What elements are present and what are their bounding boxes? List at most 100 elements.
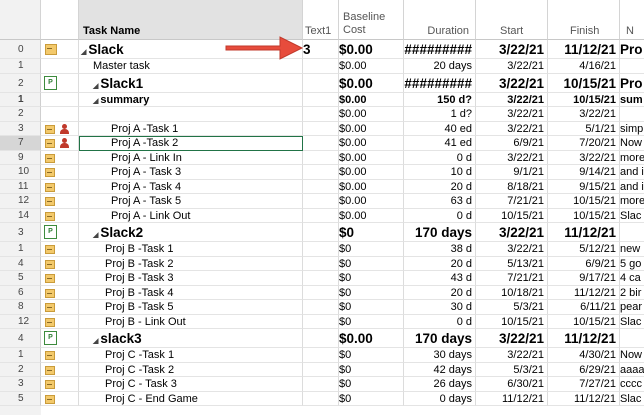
row-id[interactable]: 3	[0, 121, 41, 136]
duration-cell[interactable]: 10 d	[404, 165, 476, 180]
row-id[interactable]: 3	[0, 223, 41, 242]
subproject-icon[interactable]: P	[44, 331, 57, 345]
start-column-header[interactable]: Start	[476, 0, 548, 40]
text1-cell[interactable]	[303, 285, 339, 300]
start-cell[interactable]: 5/13/21	[476, 256, 548, 271]
subproject-icon[interactable]: P	[44, 225, 57, 239]
baseline-cost-cell[interactable]: $0.00	[339, 165, 404, 180]
row-id[interactable]: 0	[0, 40, 41, 59]
notes-cell[interactable]: pear	[620, 300, 644, 315]
task-name-cell[interactable]: Proj B -Task 4	[79, 285, 303, 300]
row-id[interactable]: 9	[0, 150, 41, 165]
task-name-cell[interactable]: Proj C -Task 2	[79, 362, 303, 377]
notes-cell[interactable]: sum	[620, 93, 644, 107]
task-row[interactable]: 12 Proj B - Link Out $0 0 d 10/15/21 10/15/21…	[0, 314, 644, 329]
note-icon[interactable]	[45, 365, 55, 375]
notes-cell[interactable]: and i	[620, 180, 644, 194]
text1-cell[interactable]	[303, 107, 339, 122]
text1-cell[interactable]	[303, 208, 339, 223]
collapse-toggle-icon[interactable]: ◢	[81, 49, 86, 56]
notes-cell[interactable]: cccc	[620, 377, 644, 392]
duration-cell[interactable]: 43 d	[404, 271, 476, 286]
baseline-cost-cell[interactable]: $0.00	[339, 121, 404, 136]
indicators-cell[interactable]	[41, 256, 79, 271]
finish-cell[interactable]: 7/27/21	[548, 377, 620, 392]
duration-cell[interactable]: 1 d?	[404, 107, 476, 122]
start-cell[interactable]: 10/15/21	[476, 208, 548, 223]
indicators-cell[interactable]	[41, 362, 79, 377]
notes-cell[interactable]: Slac	[620, 392, 644, 406]
notes-cell[interactable]: and i	[620, 165, 644, 180]
note-icon[interactable]	[45, 182, 55, 192]
finish-cell[interactable]: 9/14/21	[548, 165, 620, 180]
start-cell[interactable]: 3/22/21	[476, 329, 548, 348]
row-id[interactable]: 1	[0, 59, 41, 74]
baseline-cost-cell[interactable]: $0.00	[339, 194, 404, 209]
subproject-icon[interactable]: P	[44, 75, 57, 90]
finish-cell[interactable]: 5/12/21	[548, 242, 620, 257]
task-name-cell[interactable]: Proj B -Task 5	[79, 300, 303, 315]
text1-column-header[interactable]: Text1	[303, 0, 339, 40]
text1-cell[interactable]	[303, 73, 339, 93]
text1-cell[interactable]	[303, 348, 339, 363]
row-id[interactable]: 12	[0, 314, 41, 329]
notes-cell[interactable]: Now	[620, 136, 644, 151]
baseline-cost-cell[interactable]: $0	[339, 242, 404, 257]
baseline-cost-cell[interactable]: $0.00	[339, 73, 404, 93]
text1-cell[interactable]	[303, 150, 339, 165]
start-cell[interactable]: 5/3/21	[476, 362, 548, 377]
finish-cell[interactable]: 10/15/21	[548, 314, 620, 329]
finish-cell[interactable]: 6/9/21	[548, 256, 620, 271]
note-icon[interactable]	[45, 259, 55, 269]
task-name-cell[interactable]: ◢ summary	[79, 92, 303, 107]
duration-cell[interactable]: 30 days	[404, 348, 476, 363]
task-row[interactable]: 14 Proj A - Link Out $0.00 0 d 10/15/21 10/15…	[0, 208, 644, 223]
start-cell[interactable]: 8/18/21	[476, 179, 548, 194]
indicators-cell[interactable]: P	[41, 329, 79, 348]
finish-cell[interactable]: 5/1/21	[548, 121, 620, 136]
text1-cell[interactable]	[303, 314, 339, 329]
start-cell[interactable]: 3/22/21	[476, 348, 548, 363]
select-all-corner[interactable]	[0, 0, 41, 40]
baseline-cost-cell[interactable]: $0.00	[339, 150, 404, 165]
indicators-cell[interactable]	[41, 377, 79, 392]
text1-cell[interactable]	[303, 179, 339, 194]
text1-cell[interactable]	[303, 136, 339, 151]
task-name-cell[interactable]: Proj B -Task 1	[79, 242, 303, 257]
text1-cell[interactable]	[303, 271, 339, 286]
indicators-cell[interactable]: P	[41, 73, 79, 93]
indicators-cell[interactable]	[41, 242, 79, 257]
row-id[interactable]: 8	[0, 300, 41, 315]
note-icon[interactable]	[45, 211, 55, 221]
task-name-cell[interactable]: Proj B - Link Out	[79, 314, 303, 329]
task-name-cell[interactable]: Proj A - Link In	[79, 150, 303, 165]
note-icon[interactable]	[45, 44, 57, 55]
duration-cell[interactable]: 63 d	[404, 194, 476, 209]
task-name-cell[interactable]: Proj A -Task 2	[79, 136, 303, 151]
finish-cell[interactable]: 6/11/21	[548, 300, 620, 315]
finish-cell[interactable]: 3/22/21	[548, 107, 620, 122]
task-row[interactable]: 3 Proj C - Task 3 $0 26 days 6/30/21 7/27/21 c…	[0, 377, 644, 392]
row-id[interactable]: 4	[0, 329, 41, 348]
task-row[interactable]: 4 P ◢ slack3 $0.00 170 days 3/22/21 11/12/21	[0, 329, 644, 348]
row-id[interactable]: 3	[0, 377, 41, 392]
duration-cell[interactable]: 170 days	[404, 329, 476, 348]
task-name-cell[interactable]: Proj A - Task 4	[79, 179, 303, 194]
start-cell[interactable]: 3/22/21	[476, 107, 548, 122]
notes-cell[interactable]: Now	[620, 348, 644, 363]
finish-cell[interactable]: 11/12/21	[548, 285, 620, 300]
indicators-cell[interactable]	[41, 285, 79, 300]
indicators-cell[interactable]	[41, 314, 79, 329]
task-row[interactable]: 1 Proj C -Task 1 $0 30 days 3/22/21 4/30/21 No…	[0, 348, 644, 363]
duration-cell[interactable]: 170 days	[404, 223, 476, 242]
duration-cell[interactable]: 0 days	[404, 391, 476, 406]
start-cell[interactable]: 3/22/21	[476, 242, 548, 257]
indicators-cell[interactable]: P	[41, 223, 79, 242]
row-id[interactable]: 1	[0, 348, 41, 363]
task-row[interactable]: 9 Proj A - Link In $0.00 0 d 3/22/21 3/22/21 m…	[0, 150, 644, 165]
task-row[interactable]: 2 Proj C -Task 2 $0 42 days 5/3/21 6/29/21 aaa…	[0, 362, 644, 377]
indicators-cell[interactable]	[41, 179, 79, 194]
indicators-cell[interactable]	[41, 92, 79, 107]
baseline-cost-cell[interactable]: $0	[339, 256, 404, 271]
baseline-cost-cell[interactable]: $0.00	[339, 329, 404, 348]
